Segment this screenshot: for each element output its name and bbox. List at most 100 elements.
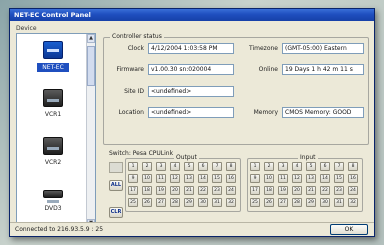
- output-button-1[interactable]: 1: [128, 162, 138, 171]
- firmware-field: v1.00.30 sn:020004: [148, 64, 234, 75]
- input-button-19[interactable]: 19: [278, 186, 288, 195]
- output-button-14[interactable]: 14: [198, 174, 208, 183]
- output-button-29[interactable]: 29: [184, 198, 194, 207]
- output-button-20[interactable]: 20: [170, 186, 180, 195]
- input-button-8[interactable]: 8: [348, 162, 358, 171]
- input-button-31[interactable]: 31: [334, 198, 344, 207]
- input-button-10[interactable]: 10: [264, 174, 274, 183]
- output-title: Output: [174, 154, 199, 161]
- site-id-field: <undefined>: [148, 86, 234, 97]
- device-item-dvd3[interactable]: DVD3: [23, 180, 83, 220]
- input-button-14[interactable]: 14: [320, 174, 330, 183]
- output-button-23[interactable]: 23: [212, 186, 222, 195]
- output-button-3[interactable]: 3: [156, 162, 166, 171]
- output-button-21[interactable]: 21: [184, 186, 194, 195]
- input-button-30[interactable]: 30: [320, 198, 330, 207]
- input-button-21[interactable]: 21: [306, 186, 316, 195]
- online-field: 19 Days 1 h 42 m 11 s: [282, 64, 364, 75]
- input-button-12[interactable]: 12: [292, 174, 302, 183]
- clock-field: 4/12/2004 1:03:58 PM: [148, 43, 234, 54]
- output-button-12[interactable]: 12: [170, 174, 180, 183]
- input-button-7[interactable]: 7: [334, 162, 344, 171]
- network-device-icon: [43, 41, 63, 59]
- output-button-5[interactable]: 5: [184, 162, 194, 171]
- output-button-25[interactable]: 25: [128, 198, 138, 207]
- device-list[interactable]: NET-EC VCR1 VCR2 DVD3 ▲ ▼: [16, 33, 96, 229]
- scroll-up-icon[interactable]: ▲: [87, 34, 95, 43]
- input-button-4[interactable]: 4: [292, 162, 302, 171]
- output-button-31[interactable]: 31: [212, 198, 222, 207]
- output-button-15[interactable]: 15: [212, 174, 222, 183]
- input-button-29[interactable]: 29: [306, 198, 316, 207]
- device-item-net-ec[interactable]: NET-EC: [23, 38, 83, 78]
- output-button-32[interactable]: 32: [226, 198, 236, 207]
- vcr-icon: [43, 89, 63, 107]
- output-button-2[interactable]: 2: [142, 162, 152, 171]
- output-button-22[interactable]: 22: [198, 186, 208, 195]
- output-button-8[interactable]: 8: [226, 162, 236, 171]
- input-button-3[interactable]: 3: [278, 162, 288, 171]
- output-button-17[interactable]: 17: [128, 186, 138, 195]
- site-id-label: Site ID: [124, 88, 144, 95]
- output-button-18[interactable]: 18: [142, 186, 152, 195]
- scroll-thumb[interactable]: [87, 46, 95, 86]
- output-button-9[interactable]: 9: [128, 174, 138, 183]
- status-bar: Connected to 216.93.5.9 : 25 OK: [10, 222, 374, 236]
- input-button-25[interactable]: 25: [250, 198, 260, 207]
- location-field: <undefined>: [148, 107, 234, 118]
- input-button-20[interactable]: 20: [292, 186, 302, 195]
- online-label: Online: [258, 66, 278, 73]
- dvd-icon: [43, 190, 63, 203]
- input-button-1[interactable]: 1: [250, 162, 260, 171]
- device-item-label: NET-EC: [37, 63, 69, 72]
- device-item-label: VCR1: [44, 111, 62, 118]
- input-button-22[interactable]: 22: [320, 186, 330, 195]
- input-button-27[interactable]: 27: [278, 198, 288, 207]
- input-button-15[interactable]: 15: [334, 174, 344, 183]
- input-button-17[interactable]: 17: [250, 186, 260, 195]
- clear-button[interactable]: CLR: [109, 207, 123, 218]
- switch-indicator: [109, 162, 123, 173]
- input-button-23[interactable]: 23: [334, 186, 344, 195]
- select-all-button[interactable]: ALL: [109, 180, 123, 191]
- input-button-13[interactable]: 13: [306, 174, 316, 183]
- input-button-18[interactable]: 18: [264, 186, 274, 195]
- device-item-label: VCR2: [44, 159, 62, 166]
- input-button-28[interactable]: 28: [292, 198, 302, 207]
- output-button-10[interactable]: 10: [142, 174, 152, 183]
- memory-field: CMOS Memory: GOOD: [282, 107, 364, 118]
- device-item-vcr2[interactable]: VCR2: [23, 134, 83, 174]
- output-button-27[interactable]: 27: [156, 198, 166, 207]
- input-button-32[interactable]: 32: [348, 198, 358, 207]
- output-button-19[interactable]: 19: [156, 186, 166, 195]
- output-button-11[interactable]: 11: [156, 174, 166, 183]
- window-title: NET-EC Control Panel: [10, 9, 374, 21]
- input-button-26[interactable]: 26: [264, 198, 274, 207]
- timezone-label: Timezone: [249, 45, 278, 52]
- input-button-11[interactable]: 11: [278, 174, 288, 183]
- connection-status: Connected to 216.93.5.9 : 25: [15, 226, 104, 233]
- vcr-icon: [43, 137, 63, 155]
- control-panel-window: NET-EC Control Panel Device NET-EC VCR1 …: [9, 8, 375, 237]
- location-label: Location: [118, 109, 144, 116]
- device-panel-label: Device: [16, 25, 37, 32]
- input-button-16[interactable]: 16: [348, 174, 358, 183]
- input-button-9[interactable]: 9: [250, 174, 260, 183]
- ok-button[interactable]: OK: [330, 224, 368, 235]
- input-button-24[interactable]: 24: [348, 186, 358, 195]
- output-button-6[interactable]: 6: [198, 162, 208, 171]
- output-button-28[interactable]: 28: [170, 198, 180, 207]
- input-button-5[interactable]: 5: [306, 162, 316, 171]
- timezone-field: (GMT-05:00) Eastern: [282, 43, 364, 54]
- device-item-vcr1[interactable]: VCR1: [23, 86, 83, 126]
- output-button-13[interactable]: 13: [184, 174, 194, 183]
- output-button-7[interactable]: 7: [212, 162, 222, 171]
- device-list-scrollbar[interactable]: ▲ ▼: [86, 34, 95, 228]
- input-button-6[interactable]: 6: [320, 162, 330, 171]
- output-button-26[interactable]: 26: [142, 198, 152, 207]
- output-button-24[interactable]: 24: [226, 186, 236, 195]
- output-button-30[interactable]: 30: [198, 198, 208, 207]
- input-button-2[interactable]: 2: [264, 162, 274, 171]
- output-button-16[interactable]: 16: [226, 174, 236, 183]
- output-button-4[interactable]: 4: [170, 162, 180, 171]
